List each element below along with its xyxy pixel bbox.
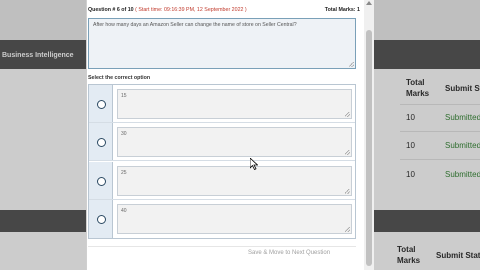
answer-text: 15 <box>121 93 127 99</box>
radio-button[interactable] <box>97 215 106 224</box>
radio-button[interactable] <box>97 100 106 109</box>
answer-textarea[interactable]: 30 <box>117 127 352 157</box>
resize-grip-icon[interactable] <box>345 189 350 194</box>
resize-grip-icon[interactable] <box>345 227 350 232</box>
answer-options: 15 30 25 40 <box>88 84 356 239</box>
radio-button[interactable] <box>97 177 106 186</box>
resize-grip-icon[interactable] <box>345 112 350 117</box>
radio-cell[interactable] <box>89 200 113 238</box>
answer-text: 40 <box>121 208 127 214</box>
radio-cell[interactable] <box>89 123 113 160</box>
start-time: ( Start time: 09:16:39 PM, 12 September … <box>135 7 247 13</box>
question-header: Question # 6 of 10 ( Start time: 09:16:3… <box>88 5 360 15</box>
question-textarea[interactable]: After how many days an Amazon Seller can… <box>88 18 356 69</box>
option-row[interactable]: 40 <box>89 200 355 238</box>
resize-grip-icon[interactable] <box>349 62 354 67</box>
answer-text: 30 <box>121 131 127 137</box>
answer-textarea[interactable]: 40 <box>117 204 352 234</box>
option-row[interactable]: 30 <box>89 123 355 161</box>
save-next-button[interactable]: Save & Move to Next Question <box>248 250 330 256</box>
question-number: Question # 6 of 10 <box>88 7 134 13</box>
option-row[interactable]: 15 <box>89 85 355 123</box>
radio-cell[interactable] <box>89 162 113 199</box>
question-text: After how many days an Amazon Seller can… <box>93 22 297 28</box>
total-marks: Total Marks: 1 <box>324 7 360 13</box>
select-option-label: Select the correct option <box>88 75 151 81</box>
option-row[interactable]: 25 <box>89 162 355 200</box>
scrollbar-thumb[interactable] <box>366 30 372 266</box>
answer-textarea[interactable]: 15 <box>117 89 352 119</box>
resize-grip-icon[interactable] <box>345 150 350 155</box>
answer-textarea[interactable]: 25 <box>117 166 352 196</box>
scroll-up-arrow-icon[interactable] <box>366 1 372 5</box>
radio-button[interactable] <box>97 138 106 147</box>
footer-divider <box>88 246 356 247</box>
answer-text: 25 <box>121 170 127 176</box>
radio-cell[interactable] <box>89 85 113 122</box>
